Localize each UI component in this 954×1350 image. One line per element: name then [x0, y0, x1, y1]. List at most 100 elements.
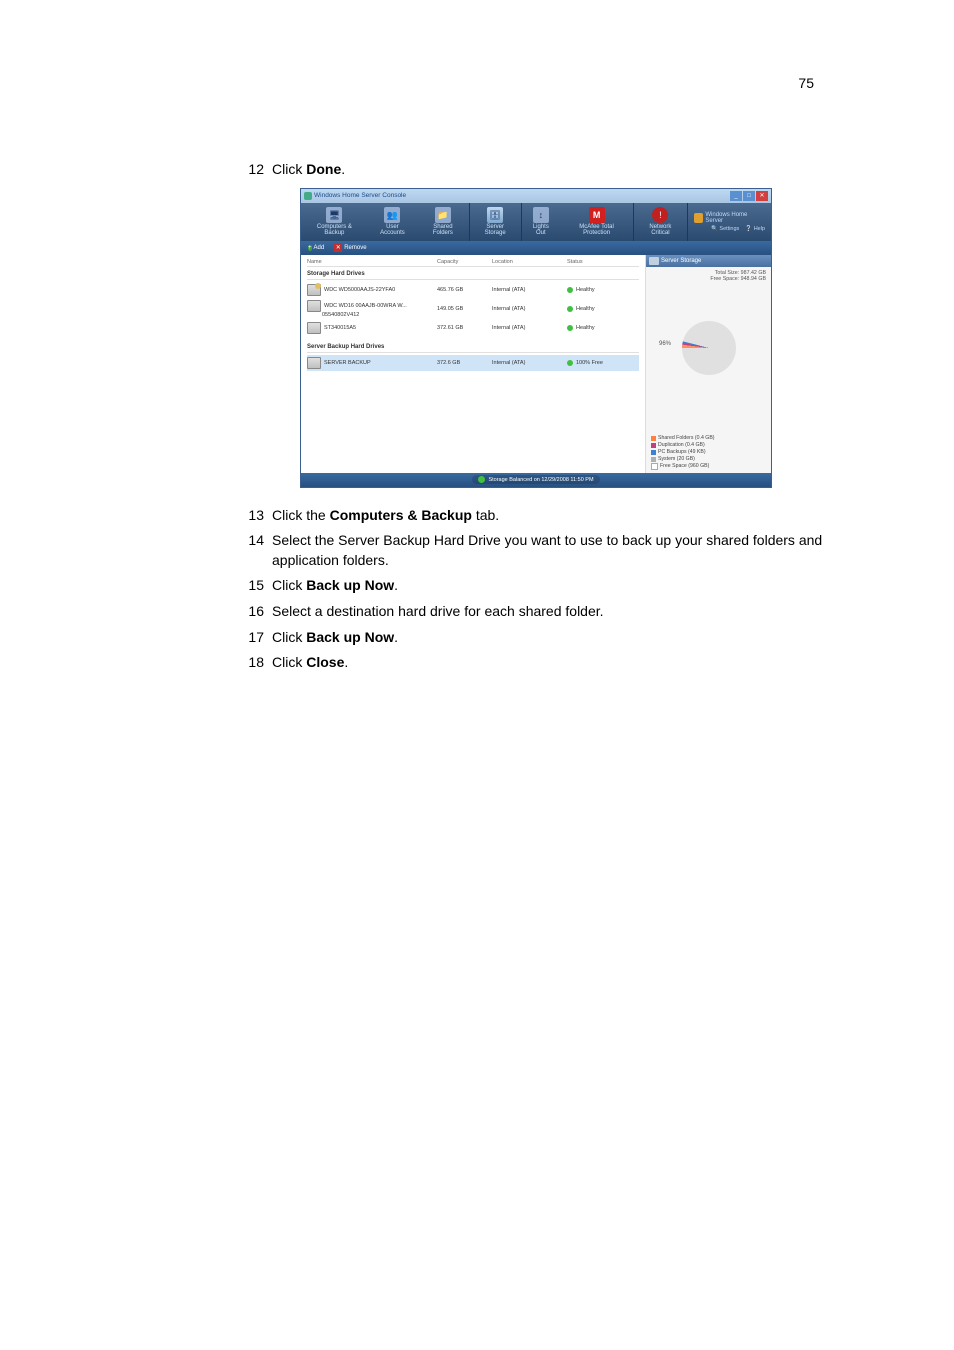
status-text: Storage Balanced on 12/29/2008 11:50 PM — [488, 477, 593, 483]
step-16: 16 Select a destination hard drive for e… — [240, 602, 834, 622]
storage-icon: 🗄 — [487, 207, 503, 223]
status-dot-icon — [567, 325, 573, 331]
tab-mcafee[interactable]: M McAfee Total Protection — [560, 203, 633, 241]
lightsout-icon: ↕ — [533, 207, 549, 223]
pie-legend: Shared Folders (0.4 GB) Duplication (0.4… — [651, 435, 766, 470]
remove-icon: ✕ — [334, 244, 342, 252]
tab-network[interactable]: ! Network Critical — [634, 203, 687, 241]
close-button[interactable]: ✕ — [756, 191, 768, 201]
legend-swatch — [651, 443, 656, 448]
step-text: Click Back up Now. — [272, 628, 834, 648]
step-number: 18 — [240, 653, 264, 673]
column-location[interactable]: Location — [492, 259, 567, 265]
tab-computers-backup[interactable]: 🖥 Computers & Backup — [301, 203, 368, 241]
status-dot-icon — [567, 306, 573, 312]
step-text: Select the Server Backup Hard Drive you … — [272, 531, 834, 570]
drive-location: Internal (ATA) — [492, 360, 567, 366]
settings-link[interactable]: 🔍 Settings — [711, 226, 739, 232]
pie-percent-label: 96% — [659, 341, 671, 347]
remove-button[interactable]: ✕ Remove — [331, 243, 369, 253]
computers-icon: 🖥 — [326, 207, 342, 223]
drive-location: Internal (ATA) — [492, 287, 567, 293]
tab-user-accounts[interactable]: 👥 User Accounts — [368, 203, 417, 241]
tab-lights-out[interactable]: ↕ Lights Out — [522, 203, 560, 241]
step-number: 15 — [240, 576, 264, 596]
section-backup-drives: Server Backup Hard Drives — [307, 342, 639, 353]
step-text: Click Done. — [272, 160, 834, 180]
drive-capacity: 372.61 GB — [437, 325, 492, 331]
drive-name: ST340015A5 — [324, 325, 356, 331]
drive-location: Internal (ATA) — [492, 306, 567, 312]
status-dot-icon — [567, 360, 573, 366]
column-status[interactable]: Status — [567, 259, 627, 265]
help-link[interactable]: ❔ Help — [745, 226, 765, 232]
whs-console-screenshot: Windows Home Server Console _ □ ✕ 🖥 Comp… — [300, 188, 772, 488]
page-number: 75 — [798, 75, 814, 91]
network-critical-icon: ! — [652, 207, 668, 223]
drive-capacity: 465.76 GB — [437, 287, 492, 293]
drive-status: 100% Free — [576, 360, 603, 366]
table-row[interactable]: ST340015A5 372.61 GB Internal (ATA) Heal… — [307, 320, 639, 336]
tab-server-storage[interactable]: 🗄 Server Storage — [470, 203, 521, 241]
add-button[interactable]: + Add — [305, 244, 327, 252]
drive-icon — [307, 322, 321, 334]
drive-status: Healthy — [576, 287, 595, 293]
step-text: Select a destination hard drive for each… — [272, 602, 834, 622]
column-capacity[interactable]: Capacity — [437, 259, 492, 265]
step-number: 14 — [240, 531, 264, 570]
drive-status: Healthy — [576, 306, 595, 312]
drive-icon — [307, 357, 321, 369]
storage-pie-chart — [682, 321, 736, 375]
server-storage-panel: Server Storage Total Size: 987.42 GB Fre… — [645, 255, 771, 473]
drive-list-pane: Name Capacity Location Status Storage Ha… — [301, 255, 645, 473]
drive-capacity: 372.6 GB — [437, 360, 492, 366]
drive-location: Internal (ATA) — [492, 325, 567, 331]
table-row[interactable]: WDC WD16 00AAJB-00WRA W... 05540802V412 … — [307, 298, 639, 320]
status-dot-icon — [567, 287, 573, 293]
section-storage-drives: Storage Hard Drives — [307, 269, 639, 280]
step-12: 12 Click Done. — [240, 160, 834, 180]
free-space-label: Free Space: 948.94 GB — [651, 276, 766, 283]
legend-swatch — [651, 457, 656, 462]
total-size-label: Total Size: 987.42 GB — [651, 270, 766, 277]
whs-brand-label: Windows Home Server — [705, 212, 765, 224]
panel-title: Server Storage — [661, 258, 701, 264]
add-icon: + — [308, 245, 312, 251]
step-text: Click the Computers & Backup tab. — [272, 506, 834, 526]
tab-shared-folders[interactable]: 📁 Shared Folders — [417, 203, 469, 241]
action-bar: + Add ✕ Remove — [301, 241, 771, 255]
main-toolbar: 🖥 Computers & Backup 👥 User Accounts 📁 S… — [301, 203, 771, 241]
step-number: 17 — [240, 628, 264, 648]
table-row-selected[interactable]: SERVER BACKUP 372.6 GB Internal (ATA) 10… — [307, 355, 639, 371]
legend-swatch — [651, 450, 656, 455]
step-text: Click Back up Now. — [272, 576, 834, 596]
mcafee-icon: M — [589, 207, 605, 223]
window-titlebar: Windows Home Server Console _ □ ✕ — [301, 189, 771, 203]
step-14: 14 Select the Server Backup Hard Drive y… — [240, 531, 834, 570]
whs-icon — [694, 213, 704, 223]
step-13: 13 Click the Computers & Backup tab. — [240, 506, 834, 526]
users-icon: 👥 — [384, 207, 400, 223]
drive-icon — [307, 300, 321, 312]
status-ok-icon — [478, 476, 485, 483]
step-18: 18 Click Close. — [240, 653, 834, 673]
step-number: 12 — [240, 160, 264, 180]
step-number: 13 — [240, 506, 264, 526]
folders-icon: 📁 — [435, 207, 451, 223]
drive-status: Healthy — [576, 325, 595, 331]
panel-drive-icon — [649, 257, 659, 265]
drive-name: WDC WD5000AAJS-22YFA0 — [324, 287, 395, 293]
minimize-button[interactable]: _ — [730, 191, 742, 201]
step-15: 15 Click Back up Now. — [240, 576, 834, 596]
drive-serial: 05540802V412 — [307, 312, 437, 318]
step-17: 17 Click Back up Now. — [240, 628, 834, 648]
legend-swatch — [651, 436, 656, 441]
system-drive-icon — [307, 284, 321, 296]
backup-drive-name: SERVER BACKUP — [324, 360, 371, 366]
maximize-button[interactable]: □ — [743, 191, 755, 201]
drive-capacity: 149.05 GB — [437, 306, 492, 312]
column-name[interactable]: Name — [307, 259, 437, 265]
step-text: Click Close. — [272, 653, 834, 673]
table-row[interactable]: WDC WD5000AAJS-22YFA0 465.76 GB Internal… — [307, 282, 639, 298]
app-icon — [304, 192, 312, 200]
